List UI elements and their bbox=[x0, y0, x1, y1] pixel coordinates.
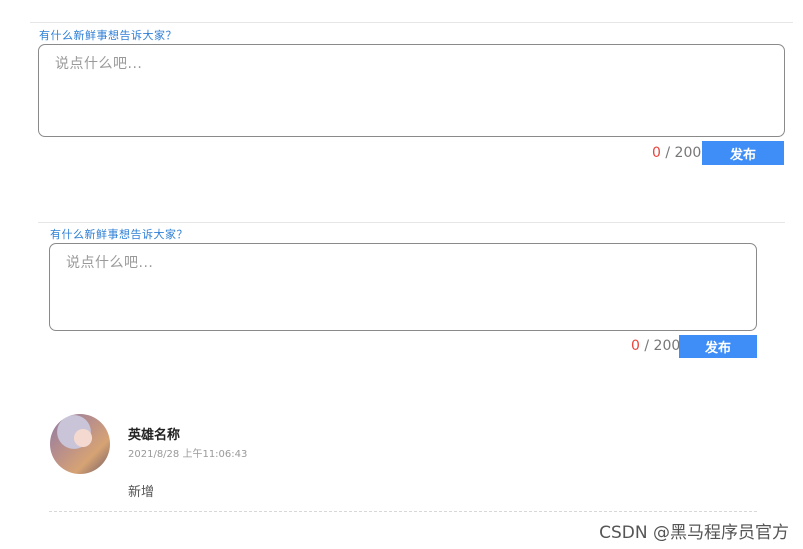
avatar bbox=[50, 414, 110, 474]
form1-char-counter: 0 / 200 bbox=[652, 145, 701, 161]
form1-count-max: 200 bbox=[674, 145, 702, 161]
form1-textarea-box[interactable] bbox=[38, 44, 785, 137]
form2-count-max: 200 bbox=[653, 338, 681, 354]
form1-count-current: 0 bbox=[652, 145, 661, 161]
form2-textarea[interactable] bbox=[66, 252, 740, 322]
middle-divider bbox=[38, 222, 785, 223]
form1-submit-button[interactable]: 发布 bbox=[702, 141, 784, 165]
form2-count-current: 0 bbox=[631, 338, 640, 354]
form2-char-counter: 0 / 200 bbox=[631, 338, 680, 354]
comment-text: 新增 bbox=[128, 485, 155, 500]
watermark: CSDN @黑马程序员官方 bbox=[599, 523, 789, 543]
comment-divider bbox=[49, 511, 757, 512]
top-divider bbox=[30, 22, 793, 23]
form2-prompt: 有什么新鲜事想告诉大家？ bbox=[50, 228, 188, 241]
form2-submit-button[interactable]: 发布 bbox=[679, 335, 757, 358]
form2-textarea-box[interactable] bbox=[49, 243, 757, 331]
comment-timestamp: 2021/8/28 上午11:06:43 bbox=[128, 449, 248, 460]
form1-count-sep: / bbox=[660, 145, 675, 161]
form1-textarea[interactable] bbox=[55, 53, 768, 128]
form2-count-sep: / bbox=[639, 338, 654, 354]
form1-prompt: 有什么新鲜事想告诉大家？ bbox=[39, 29, 177, 42]
comment-author-name: 英雄名称 bbox=[128, 428, 181, 443]
